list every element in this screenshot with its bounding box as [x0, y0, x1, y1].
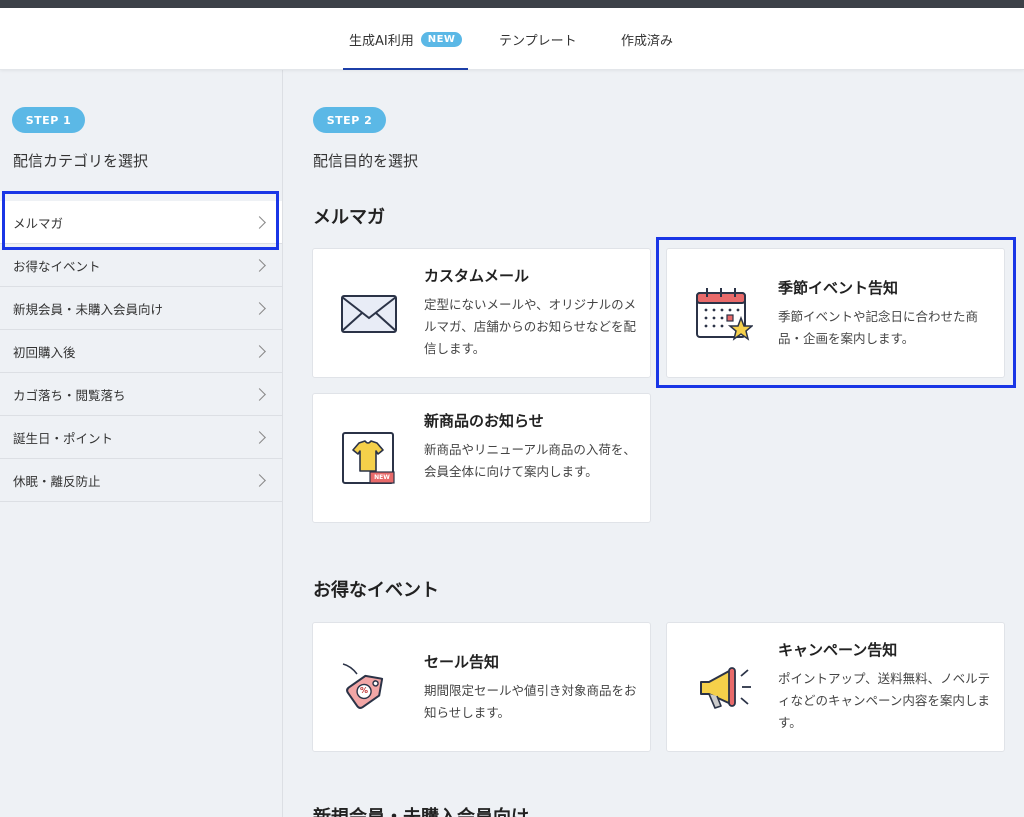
- card-description: 定型にないメールや、オリジナルのメルマガ、店舗からのお知らせなどを配信します。: [424, 297, 637, 356]
- chevron-right-icon: [253, 301, 266, 315]
- step1-title: 配信カテゴリを選択: [13, 152, 149, 170]
- category-list: メルマガ お得なイベント 新規会員・未購入会員向け 初回購入後 カゴ落ち・閲覧落…: [0, 201, 282, 502]
- category-label: 新規会員・未購入会員向け: [13, 301, 164, 317]
- new-badge: NEW: [420, 31, 463, 47]
- tab-generative-ai[interactable]: 生成AI利用 NEW: [343, 8, 469, 70]
- category-item-new-members[interactable]: 新規会員・未購入会員向け: [0, 287, 282, 330]
- chevron-right-icon: [253, 430, 266, 444]
- category-item-birthday-points[interactable]: 誕生日・ポイント: [0, 416, 282, 459]
- card-description: 期間限定セールや値引き対象商品をお知らせします。: [424, 683, 637, 720]
- step2-title: 配信目的を選択: [313, 152, 419, 170]
- megaphone-icon: [693, 658, 753, 718]
- category-label: カゴ落ち・閲覧落ち: [13, 387, 126, 403]
- category-item-deals[interactable]: お得なイベント: [0, 244, 282, 287]
- new-tshirt-icon: NEW: [339, 429, 399, 489]
- card-description: ポイントアップ、送料無料、ノベルティなどのキャンペーン内容を案内します。: [778, 671, 991, 730]
- card-title: 季節イベント告知: [778, 279, 899, 297]
- card-title: セール告知: [424, 653, 500, 671]
- section-title-new-members: 新規会員・未購入会員向け: [313, 803, 529, 817]
- purpose-panel: STEP 2 配信目的を選択 メルマガ カスタムメール 定型にないメールや、オリ…: [283, 70, 1024, 817]
- card-title: キャンペーン告知: [778, 641, 898, 659]
- category-item-mailmagazine[interactable]: メルマガ: [0, 201, 282, 244]
- tab-created[interactable]: 作成済み: [621, 8, 673, 70]
- card-title: 新商品のお知らせ: [424, 412, 544, 430]
- tab-label: 生成AI利用: [349, 33, 414, 49]
- category-item-cart-abandon[interactable]: カゴ落ち・閲覧落ち: [0, 373, 282, 416]
- category-item-dormant[interactable]: 休眠・離反防止: [0, 459, 282, 502]
- icon-new-label: NEW: [374, 474, 390, 481]
- chevron-right-icon: [253, 258, 266, 272]
- card-custom-mail[interactable]: カスタムメール 定型にないメールや、オリジナルのメルマガ、店舗からのお知らせなど…: [312, 248, 651, 378]
- calendar-star-icon: [693, 285, 755, 345]
- category-label: 初回購入後: [13, 344, 76, 360]
- section-title-deals: お得なイベント: [313, 580, 439, 601]
- tab-label: テンプレート: [499, 33, 577, 49]
- chevron-right-icon: [253, 344, 266, 358]
- card-sale[interactable]: % セール告知 期間限定セールや値引き対象商品をお知らせします。: [312, 622, 651, 752]
- tab-template[interactable]: テンプレート: [499, 8, 577, 70]
- card-new-product[interactable]: NEW 新商品のお知らせ 新商品やリニューアル商品の入荷を、会員全体に向けて案内…: [312, 393, 651, 523]
- card-seasonal-event[interactable]: 季節イベント告知 季節イベントや記念日に合わせた商品・企画を案内します。: [666, 248, 1005, 378]
- card-description: 新商品やリニューアル商品の入荷を、会員全体に向けて案内します。: [424, 442, 636, 479]
- chevron-right-icon: [253, 473, 266, 487]
- window-top-strip: [0, 0, 1024, 8]
- card-campaign[interactable]: キャンペーン告知 ポイントアップ、送料無料、ノベルティなどのキャンペーン内容を案…: [666, 622, 1005, 752]
- chevron-right-icon: [253, 215, 266, 229]
- step1-pill: STEP 1: [12, 107, 85, 133]
- step2-pill: STEP 2: [313, 107, 386, 133]
- chevron-right-icon: [253, 387, 266, 401]
- sale-percent-label: %: [359, 685, 368, 695]
- envelope-icon: [339, 284, 399, 344]
- category-label: 誕生日・ポイント: [13, 430, 114, 446]
- sale-tag-icon: %: [339, 658, 399, 718]
- category-label: お得なイベント: [13, 258, 101, 274]
- section-title-mailmagazine: メルマガ: [313, 207, 385, 228]
- category-label: 休眠・離反防止: [13, 473, 101, 489]
- card-title: カスタムメール: [424, 267, 530, 285]
- category-item-first-purchase[interactable]: 初回購入後: [0, 330, 282, 373]
- category-label: メルマガ: [13, 215, 64, 231]
- card-description: 季節イベントや記念日に合わせた商品・企画を案内します。: [778, 309, 979, 346]
- tab-bar: 生成AI利用 NEW テンプレート 作成済み: [0, 8, 1024, 70]
- category-sidebar: STEP 1 配信カテゴリを選択 メルマガ お得なイベント 新規会員・未購入会員…: [0, 70, 283, 817]
- tab-label: 作成済み: [621, 33, 674, 49]
